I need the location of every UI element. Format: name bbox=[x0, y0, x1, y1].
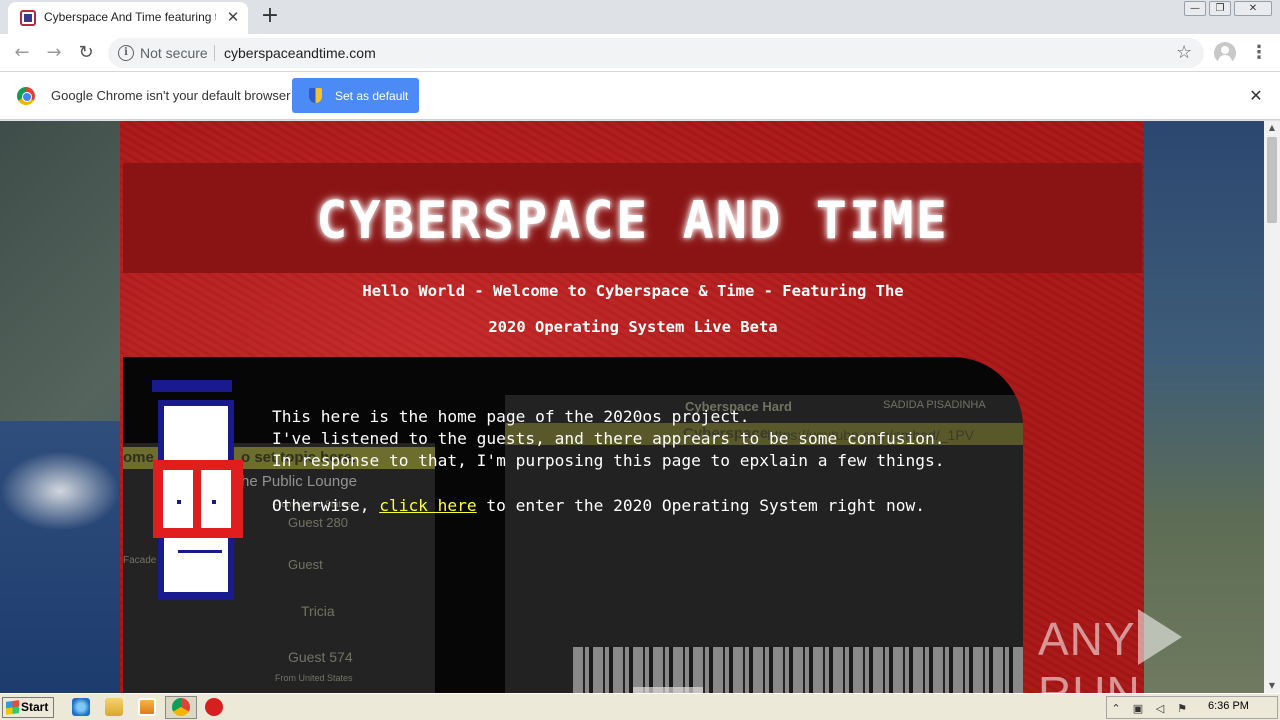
scroll-down-icon[interactable]: ▼ bbox=[1264, 679, 1280, 693]
restore-button[interactable]: ❐ bbox=[1209, 1, 1231, 16]
network-icon[interactable]: ▣ bbox=[1131, 702, 1145, 716]
back-arrow-icon[interactable]: ← bbox=[9, 40, 35, 66]
body-line-1: This here is the home page of the 2020os… bbox=[272, 407, 750, 426]
play-icon bbox=[1137, 609, 1182, 665]
scroll-up-icon[interactable]: ▲ bbox=[1264, 121, 1280, 135]
robot-mascot-icon bbox=[152, 380, 243, 600]
default-browser-infobar: Google Chrome isn't your default browser… bbox=[0, 72, 1280, 120]
infobar-message: Google Chrome isn't your default browser bbox=[51, 88, 291, 103]
body-line-2: I've listened to the guests, and there a… bbox=[272, 429, 945, 448]
set-as-default-button[interactable]: Set as default bbox=[292, 78, 419, 113]
address-bar[interactable]: i Not secure cyberspaceandtime.com ☆ bbox=[108, 38, 1204, 68]
enter-os-link[interactable]: click here bbox=[379, 496, 476, 515]
background-cloud bbox=[0, 451, 120, 531]
folder-icon[interactable] bbox=[105, 698, 123, 716]
browser-tab[interactable]: Cyberspace And Time featuring the ✕ bbox=[8, 2, 248, 34]
tray-expand-icon[interactable]: ⌃ bbox=[1109, 702, 1123, 716]
browser-toolbar: ← → ↻ i Not secure cyberspaceandtime.com… bbox=[0, 34, 1280, 72]
uac-shield-icon bbox=[309, 88, 322, 103]
reload-icon[interactable]: ↻ bbox=[73, 40, 99, 66]
site-title: CYBERSPACE AND TIME bbox=[316, 191, 949, 251]
start-label: Start bbox=[21, 700, 49, 714]
page-scrollbar[interactable]: ▲ ▼ bbox=[1264, 121, 1280, 693]
new-tab-button[interactable]: + bbox=[258, 4, 282, 28]
welcome-headline-line2: 2020 Operating System Live Beta bbox=[488, 318, 778, 336]
url-text[interactable]: cyberspaceandtime.com bbox=[224, 45, 376, 61]
taskbar-chrome-button[interactable] bbox=[165, 696, 197, 719]
body-line-4: Otherwise, click here to enter the 2020 … bbox=[272, 496, 925, 515]
preview-from-2: From United States bbox=[275, 673, 353, 683]
tab-strip: Cyberspace And Time featuring the ✕ + — … bbox=[0, 0, 1280, 34]
body-line-4-prefix: Otherwise, bbox=[272, 496, 380, 515]
close-window-button[interactable]: ✕ bbox=[1234, 1, 1272, 16]
media-player-icon[interactable] bbox=[138, 698, 156, 716]
tab-close-icon[interactable]: ✕ bbox=[224, 8, 242, 26]
avatar-icon[interactable] bbox=[1214, 42, 1236, 64]
internet-explorer-icon[interactable] bbox=[72, 698, 90, 716]
set-as-default-label: Set as default bbox=[335, 89, 409, 103]
body-line-4-suffix: to enter the 2020 Operating System right… bbox=[476, 496, 925, 515]
taskbar-clock[interactable]: 6:36 PM bbox=[1208, 700, 1249, 712]
preview-guest-2: Guest bbox=[288, 557, 323, 572]
chrome-logo-icon bbox=[17, 87, 35, 105]
action-center-flag-icon[interactable]: ⚑ bbox=[1175, 702, 1189, 716]
windows-taskbar: Start ⌃ ▣ ◁ ⚑ 6:36 PM bbox=[0, 693, 1280, 720]
system-tray: ⌃ ▣ ◁ ⚑ bbox=[1106, 696, 1278, 719]
preview-guest-3: Guest 574 bbox=[288, 649, 353, 665]
forward-arrow-icon[interactable]: → bbox=[41, 40, 67, 66]
three-dots-icon[interactable]: ⋮ bbox=[1250, 40, 1268, 66]
volume-icon[interactable]: ◁ bbox=[1153, 702, 1167, 716]
site-banner: CYBERSPACE AND TIME bbox=[123, 163, 1142, 273]
star-icon[interactable]: ☆ bbox=[1176, 42, 1192, 63]
preview-tricia: Tricia bbox=[301, 603, 335, 619]
info-icon[interactable]: i bbox=[118, 45, 134, 61]
anyrun-watermark: ANYRUN bbox=[1038, 609, 1264, 693]
scroll-thumb[interactable] bbox=[1267, 137, 1277, 223]
preview-guest-1: Guest 280 bbox=[288, 515, 348, 530]
minimize-button[interactable]: — bbox=[1184, 1, 1206, 16]
windows-flag-icon bbox=[6, 700, 19, 715]
watermark-right: RUN bbox=[1038, 667, 1141, 693]
body-line-3: In response to that, I'm purposing this … bbox=[272, 451, 945, 470]
infobar-close-icon[interactable]: ✕ bbox=[1246, 86, 1266, 106]
preview-tv-extra: SADIDA PISADINHA bbox=[883, 399, 986, 411]
security-label[interactable]: Not secure bbox=[140, 45, 208, 61]
background-map-right bbox=[1140, 121, 1264, 693]
welcome-headline-line1: Hello World - Welcome to Cyberspace & Ti… bbox=[362, 282, 904, 300]
page-viewport: CYBERSPACE AND TIME ome a o set topic he… bbox=[0, 121, 1264, 693]
start-button[interactable]: Start bbox=[2, 697, 54, 718]
chrome-icon bbox=[172, 698, 190, 716]
watermark-left: ANY bbox=[1038, 613, 1136, 665]
tab-title: Cyberspace And Time featuring the bbox=[44, 10, 216, 24]
opera-icon[interactable] bbox=[205, 698, 223, 716]
site-favicon-icon bbox=[20, 10, 36, 26]
preview-room-name: he Public Lounge bbox=[241, 473, 357, 490]
omnibox-divider bbox=[214, 45, 215, 61]
